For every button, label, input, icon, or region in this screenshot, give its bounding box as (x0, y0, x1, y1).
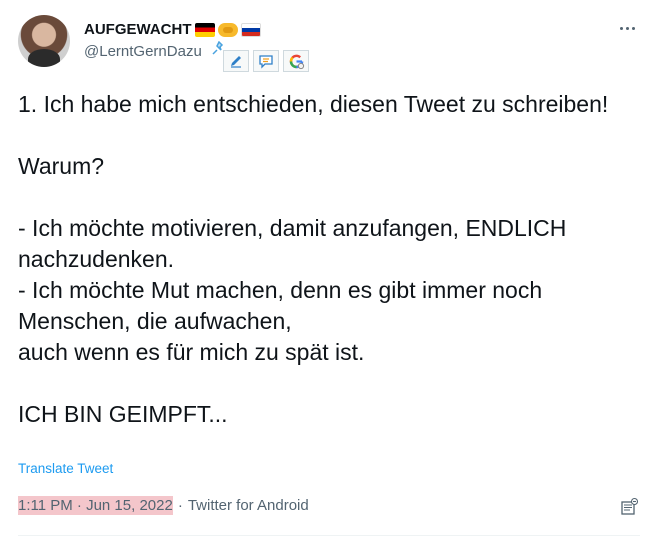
tweet-timestamp[interactable]: 1:11 PM · Jun 15, 2022 (18, 496, 173, 515)
divider (18, 535, 640, 536)
note-icon[interactable] (619, 497, 639, 517)
flag-germany-icon (194, 23, 215, 37)
tweet-text: 1. Ich habe mich entschieden, diesen Twe… (18, 91, 609, 427)
comment-icon[interactable] (253, 50, 279, 72)
display-name-row: AUFGEWACHT (84, 21, 261, 39)
avatar[interactable] (18, 15, 70, 67)
tweet-source[interactable]: Twitter for Android (188, 497, 309, 514)
google-icon[interactable] (283, 50, 309, 72)
more-options-icon[interactable] (616, 17, 638, 39)
tweet-meta: 1:11 PM · Jun 15, 2022 · Twitter for And… (18, 496, 309, 515)
user-handle[interactable]: @LerntGernDazu (84, 43, 202, 60)
handshake-icon (217, 23, 238, 37)
extension-toolbar (212, 40, 312, 74)
meta-separator: · (177, 497, 183, 514)
pencil-icon[interactable] (223, 50, 249, 72)
display-name[interactable]: AUFGEWACHT (84, 21, 192, 39)
translate-tweet-link[interactable]: Translate Tweet (18, 461, 113, 476)
flag-russia-icon (240, 23, 261, 37)
